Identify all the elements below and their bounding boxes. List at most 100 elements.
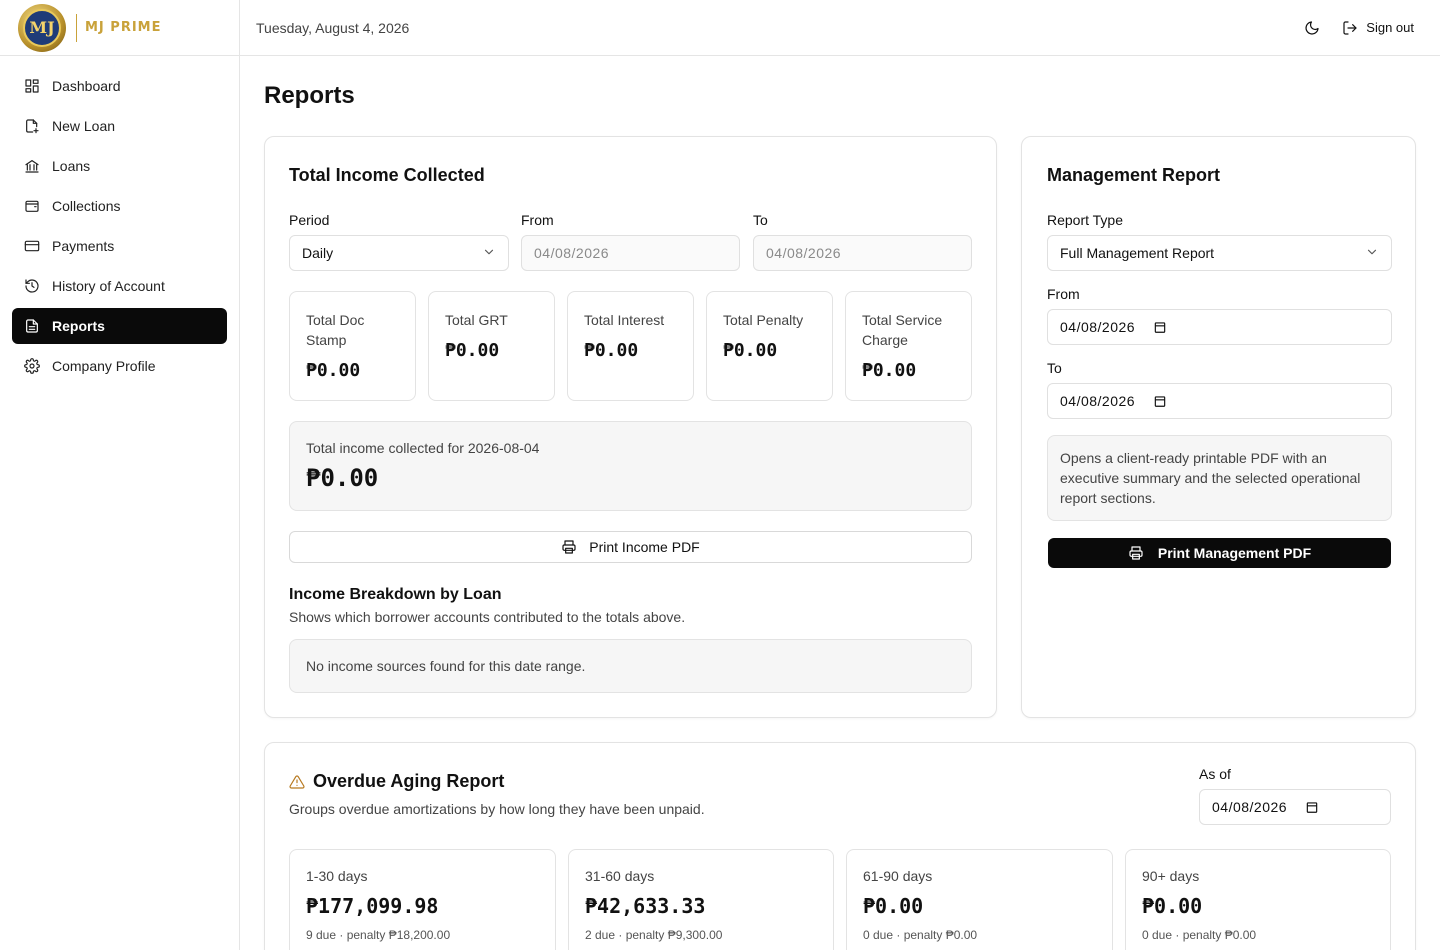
report-type-label: Report Type: [1047, 212, 1124, 228]
logo-text: MJ: [23, 8, 61, 47]
sidebar-item-label: Loans: [52, 158, 91, 174]
from-date-value: 04/08/2026: [534, 245, 610, 261]
summary-value: ₱0.00: [306, 464, 379, 492]
print-management-pdf-button[interactable]: Print Management PDF: [1048, 538, 1391, 568]
chevron-down-icon: [1365, 245, 1379, 262]
stat-service-charge: Total Service Charge ₱0.00: [845, 291, 972, 401]
period-label: Period: [289, 212, 330, 228]
aging-bucket-1-30: 1-30 days ₱177,099.98 9 due · penalty ₱1…: [289, 849, 556, 950]
period-value: Daily: [302, 245, 334, 261]
aging-card: Overdue Aging Report Groups overdue amor…: [264, 742, 1416, 950]
dashboard-icon: [24, 78, 40, 94]
stat-value: ₱0.00: [445, 340, 500, 361]
aging-label: 61-90 days: [863, 868, 933, 884]
brand-divider: [76, 13, 77, 42]
sidebar-item-reports[interactable]: Reports: [12, 308, 227, 344]
aging-bucket-31-60: 31-60 days ₱42,633.33 2 due · penalty ₱9…: [568, 849, 834, 950]
aging-value: ₱177,099.98: [306, 894, 439, 918]
bank-icon: [24, 158, 40, 174]
asof-label: As of: [1199, 766, 1231, 782]
asof-date-input[interactable]: 04/08/2026: [1199, 789, 1391, 825]
aging-label: 1-30 days: [306, 868, 368, 884]
sidebar-item-label: New Loan: [52, 118, 116, 134]
print-income-label: Print Income PDF: [589, 539, 700, 555]
income-card: Total Income Collected Period Daily From…: [264, 136, 997, 718]
income-card-title: Total Income Collected: [289, 165, 485, 185]
print-income-pdf-button[interactable]: Print Income PDF: [289, 531, 972, 563]
theme-toggle-button[interactable]: [1304, 20, 1320, 36]
sidebar-item-payments[interactable]: Payments: [12, 228, 227, 264]
stat-value: ₱0.00: [584, 340, 639, 361]
sidebar-item-label: Collections: [52, 198, 121, 214]
new-file-icon: [24, 118, 40, 134]
period-select[interactable]: Daily: [289, 235, 509, 271]
log-out-icon: [1342, 20, 1358, 36]
sign-out-button[interactable]: Sign out: [1342, 20, 1414, 36]
stat-label: Total Penalty: [723, 312, 804, 328]
printer-icon: [1128, 545, 1144, 561]
aging-meta: 0 due · penalty ₱0.00: [1142, 928, 1257, 942]
stat-interest: Total Interest ₱0.00: [567, 291, 694, 401]
sidebar-item-history[interactable]: History of Account: [12, 268, 227, 304]
calendar-icon[interactable]: [1153, 320, 1167, 334]
main-content: Reports Total Income Collected Period Da…: [240, 56, 1440, 950]
aging-value: ₱0.00: [1142, 894, 1203, 918]
mgmt-from-value: 04/08/2026: [1060, 319, 1136, 335]
from-label: From: [521, 212, 554, 228]
stat-penalty: Total Penalty ₱0.00: [706, 291, 833, 401]
aging-label: 31-60 days: [585, 868, 655, 884]
printer-icon: [561, 539, 577, 555]
sidebar-item-label: Dashboard: [52, 78, 121, 94]
sidebar-item-new-loan[interactable]: New Loan: [12, 108, 227, 144]
from-date-input[interactable]: 04/08/2026: [521, 235, 740, 271]
warning-icon: [289, 774, 305, 790]
management-card-title: Management Report: [1047, 165, 1221, 185]
asof-value: 04/08/2026: [1212, 799, 1288, 815]
aging-value: ₱0.00: [863, 894, 924, 918]
sidebar-item-label: Reports: [52, 318, 105, 334]
to-label: To: [753, 212, 768, 228]
report-type-select[interactable]: Full Management Report: [1047, 235, 1392, 271]
brand[interactable]: MJ MJ PRIME: [0, 0, 239, 56]
mgmt-to-label: To: [1047, 360, 1062, 376]
aging-card-title: Overdue Aging Report: [313, 771, 505, 791]
mgmt-to-date-input[interactable]: 04/08/2026: [1047, 383, 1392, 419]
history-icon: [24, 278, 40, 294]
stat-label: Total Interest: [584, 312, 665, 328]
to-date-value: 04/08/2026: [766, 245, 842, 261]
sidebar-item-dashboard[interactable]: Dashboard: [12, 68, 227, 104]
aging-bucket-61-90: 61-90 days ₱0.00 0 due · penalty ₱0.00: [846, 849, 1113, 950]
management-info: Opens a client-ready printable PDF with …: [1047, 435, 1392, 521]
breakdown-title: Income Breakdown by Loan: [289, 586, 502, 603]
aging-meta: 2 due · penalty ₱9,300.00: [585, 928, 723, 942]
sidebar-item-label: History of Account: [52, 278, 165, 294]
gear-icon: [24, 358, 40, 374]
sidebar-item-loans[interactable]: Loans: [12, 148, 227, 184]
sign-out-label: Sign out: [1366, 20, 1414, 35]
to-date-input[interactable]: 04/08/2026: [753, 235, 972, 271]
brand-name: MJ PRIME: [85, 20, 162, 35]
management-card: Management Report Report Type Full Manag…: [1021, 136, 1416, 718]
sidebar-item-collections[interactable]: Collections: [12, 188, 227, 224]
sidebar-item-label: Payments: [52, 238, 115, 254]
breakdown-subtitle: Shows which borrower accounts contribute…: [289, 609, 686, 625]
empty-state-text: No income sources found for this date ra…: [306, 658, 586, 674]
calendar-icon[interactable]: [1153, 394, 1167, 408]
chevron-down-icon: [482, 245, 496, 262]
sidebar: MJ MJ PRIME Dashboard New Loan Loans Col…: [0, 0, 240, 950]
page-title: Reports: [264, 82, 355, 109]
income-summary: Total income collected for 2026-08-04 ₱0…: [289, 421, 972, 511]
calendar-icon[interactable]: [1305, 800, 1319, 814]
stat-label: Total GRT: [445, 312, 508, 328]
sidebar-item-company-profile[interactable]: Company Profile: [12, 348, 227, 384]
stat-doc-stamp: Total Doc Stamp ₱0.00: [289, 291, 416, 401]
sidebar-item-label: Company Profile: [52, 358, 156, 374]
logo: MJ: [18, 3, 66, 52]
wallet-icon: [24, 198, 40, 214]
topbar: Tuesday, August 4, 2026 Sign out: [240, 0, 1440, 56]
aging-title-row: Overdue Aging Report: [289, 771, 504, 792]
aging-value: ₱42,633.33: [585, 894, 706, 918]
mgmt-from-date-input[interactable]: 04/08/2026: [1047, 309, 1392, 345]
mgmt-from-label: From: [1047, 286, 1080, 302]
stat-value: ₱0.00: [862, 360, 917, 381]
